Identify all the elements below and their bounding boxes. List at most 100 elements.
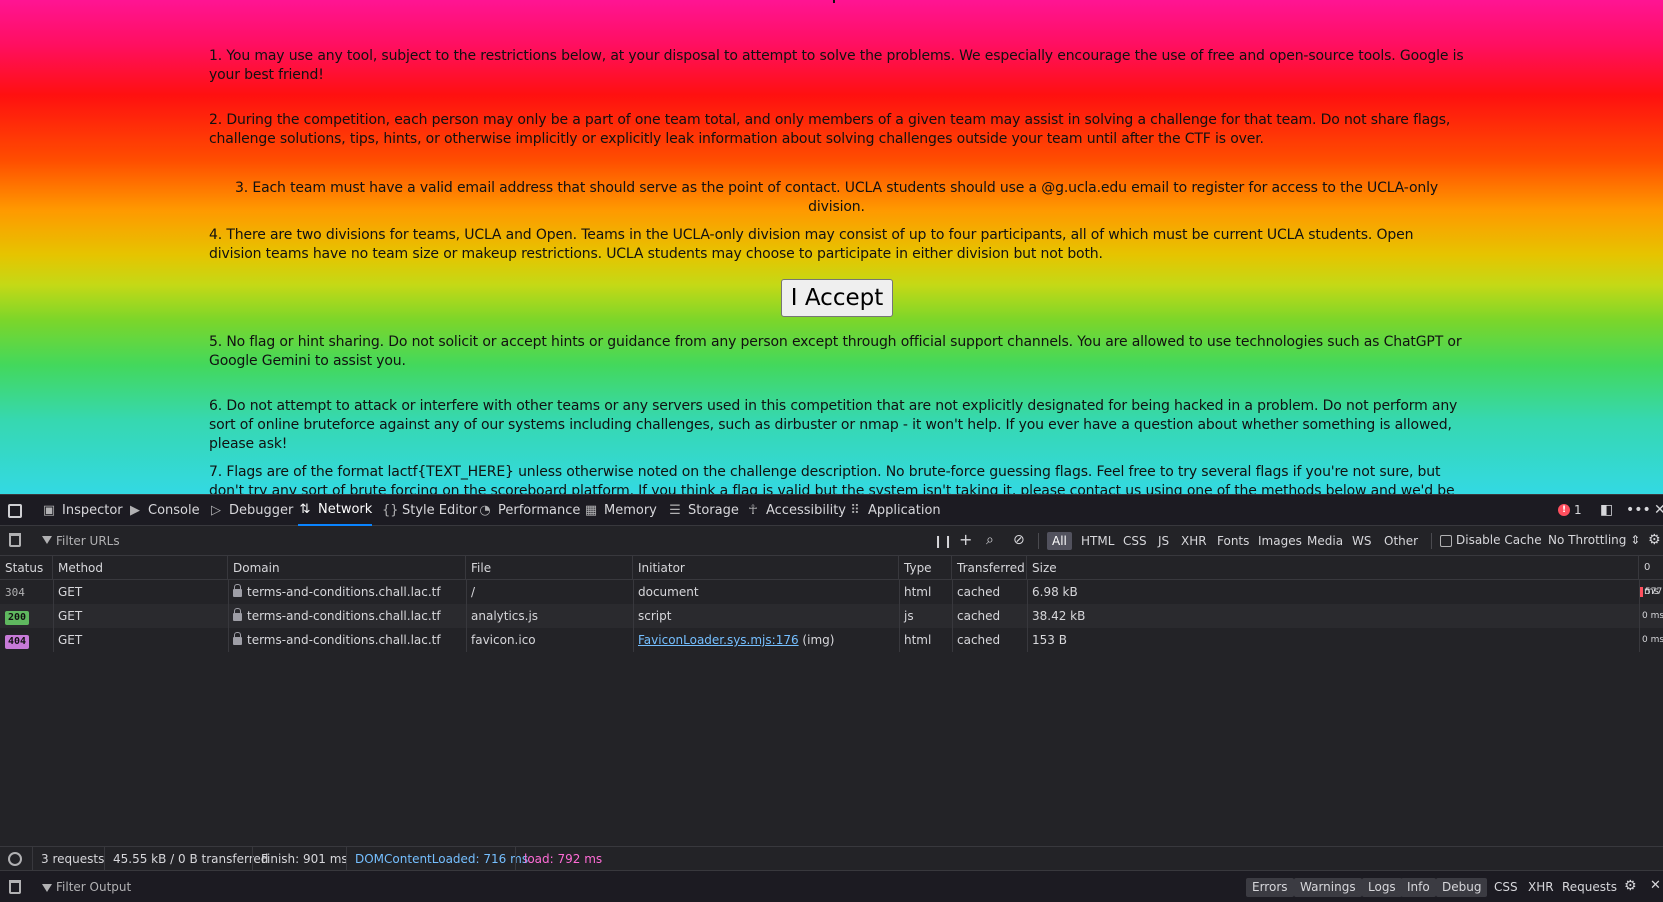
- network-settings-gear-icon[interactable]: ⚙: [1648, 532, 1661, 548]
- type-filter-images[interactable]: Images: [1253, 532, 1307, 550]
- pause-icon[interactable]: ❙❙: [933, 534, 953, 548]
- performance-clock-icon[interactable]: [8, 852, 22, 866]
- column-status[interactable]: Status: [0, 556, 53, 580]
- cell-type: js: [904, 609, 914, 623]
- type-filter-css[interactable]: CSS: [1118, 532, 1152, 550]
- tab-storage[interactable]: ☰ Storage: [668, 495, 739, 526]
- summary-load: load: 792 ms: [515, 847, 602, 871]
- level-debug-button[interactable]: Debug: [1436, 878, 1488, 897]
- close-split-console-icon[interactable]: ✕: [1650, 878, 1661, 893]
- clear-trash-icon[interactable]: [9, 533, 21, 547]
- type-filter-other[interactable]: Other: [1379, 532, 1423, 550]
- lock-icon: [233, 608, 242, 621]
- tab-label: Application: [868, 503, 941, 518]
- cell-method: GET: [58, 633, 83, 647]
- inspector-icon: ▣: [42, 502, 56, 518]
- type-filter-all[interactable]: All: [1047, 532, 1072, 550]
- type-filter-media[interactable]: Media: [1302, 532, 1348, 550]
- type-filter-js[interactable]: JS: [1153, 532, 1174, 550]
- cell-method: GET: [58, 609, 83, 623]
- cell-type: html: [904, 633, 932, 647]
- level-info-button[interactable]: Info: [1401, 878, 1436, 897]
- column-transferred[interactable]: Transferred: [952, 556, 1027, 580]
- clear-console-trash-icon[interactable]: [9, 880, 21, 894]
- console-css-toggle[interactable]: CSS: [1494, 880, 1518, 894]
- level-logs-button[interactable]: Logs: [1362, 878, 1402, 897]
- column-divider: [466, 580, 467, 652]
- tab-label: Storage: [688, 503, 739, 518]
- type-filter-xhr[interactable]: XHR: [1176, 532, 1212, 550]
- element-picker-icon[interactable]: [8, 504, 22, 518]
- tab-network[interactable]: ⇅ Network: [298, 495, 373, 526]
- page-title-fragment: r: [831, 0, 840, 8]
- tab-debugger[interactable]: ▷ Debugger: [209, 495, 293, 526]
- column-divider: [633, 580, 634, 652]
- tab-label: Network: [318, 502, 373, 517]
- column-divider: [53, 580, 54, 652]
- table-row[interactable]: 200 GET terms-and-conditions.chall.lac.t…: [0, 604, 1663, 628]
- initiator-link[interactable]: FaviconLoader.sys.mjs:176: [638, 633, 799, 647]
- webpage-viewport: r 1. You may use any tool, subject to th…: [0, 0, 1663, 494]
- cell-timing: 0 ms: [1642, 635, 1663, 645]
- cell-method: GET: [58, 585, 83, 599]
- console-xhr-toggle[interactable]: XHR: [1528, 880, 1554, 894]
- level-warnings-button[interactable]: Warnings: [1294, 878, 1362, 897]
- tab-label: Debugger: [229, 503, 294, 518]
- type-filter-html[interactable]: HTML: [1076, 532, 1119, 550]
- rule-7: 7. Flags are of the format lactf{TEXT_HE…: [209, 464, 1455, 494]
- timing-bar: [1640, 587, 1643, 597]
- disable-cache-checkbox[interactable]: [1440, 535, 1452, 547]
- tab-inspector[interactable]: ▣ Inspector: [42, 495, 123, 526]
- console-settings-gear-icon[interactable]: ⚙: [1624, 878, 1637, 894]
- table-row[interactable]: 304 GET terms-and-conditions.chall.lac.t…: [0, 580, 1663, 604]
- lock-icon: [233, 632, 242, 645]
- cell-type: html: [904, 585, 932, 599]
- dock-side-icon[interactable]: ◧: [1600, 502, 1613, 518]
- filter-output-input[interactable]: [40, 877, 640, 897]
- cell-timing: 0 ms: [1642, 611, 1663, 621]
- block-icon[interactable]: ⊘: [1013, 532, 1025, 548]
- column-file[interactable]: File: [466, 556, 633, 580]
- column-size[interactable]: Size: [1027, 556, 1639, 580]
- more-options-icon[interactable]: •••: [1626, 502, 1651, 518]
- status-code: 304: [5, 586, 25, 599]
- accept-button[interactable]: I Accept: [781, 279, 893, 317]
- tab-console[interactable]: ▶ Console: [128, 495, 200, 526]
- tab-accessibility[interactable]: ☥ Accessibility: [746, 495, 846, 526]
- type-filter-fonts[interactable]: Fonts: [1212, 532, 1254, 550]
- plus-icon[interactable]: +: [959, 530, 972, 549]
- close-icon[interactable]: ✕: [1654, 502, 1663, 518]
- status-badge: 404: [5, 635, 30, 649]
- tab-performance[interactable]: ◔ Performance: [478, 495, 580, 526]
- table-header: Status Method Domain File Initiator Type…: [0, 556, 1663, 597]
- divider: [1431, 533, 1432, 549]
- cell-size: 153 B: [1032, 633, 1067, 647]
- column-domain[interactable]: Domain: [228, 556, 466, 580]
- tab-application[interactable]: ⠿ Application: [848, 495, 941, 526]
- console-requests-toggle[interactable]: Requests: [1562, 880, 1617, 894]
- tab-label: Inspector: [62, 503, 123, 518]
- tab-style-editor[interactable]: {} Style Editor: [382, 495, 477, 526]
- column-method[interactable]: Method: [53, 556, 228, 580]
- domain-text: terms-and-conditions.chall.lac.tf: [247, 633, 441, 647]
- network-summary-bar: 3 requests 45.55 kB / 0 B transferred Fi…: [0, 846, 1663, 871]
- column-initiator[interactable]: Initiator: [633, 556, 899, 580]
- column-timeline[interactable]: 0 ms: [1639, 556, 1663, 597]
- divider: [1038, 533, 1039, 549]
- type-filter-ws[interactable]: WS: [1347, 532, 1376, 550]
- cell-file: analytics.js: [471, 609, 539, 623]
- level-errors-button[interactable]: Errors: [1246, 878, 1294, 897]
- tab-memory[interactable]: ▦ Memory: [584, 495, 657, 526]
- column-divider: [952, 580, 953, 652]
- table-row[interactable]: 404 GET terms-and-conditions.chall.lac.t…: [0, 628, 1663, 652]
- column-type[interactable]: Type: [899, 556, 952, 580]
- search-icon[interactable]: ⌕: [986, 532, 994, 548]
- summary-transferred: 45.55 kB / 0 B transferred: [104, 847, 268, 871]
- throttling-select[interactable]: No Throttling ⇕: [1548, 533, 1640, 547]
- error-count-badge[interactable]: ! 1: [1558, 503, 1582, 517]
- rule-6: 6. Do not attempt to attack or interfere…: [209, 398, 1458, 452]
- tab-label: Memory: [604, 503, 657, 518]
- filter-urls-input[interactable]: [40, 531, 920, 551]
- tab-label: Style Editor: [402, 503, 478, 518]
- lock-icon: [233, 584, 242, 597]
